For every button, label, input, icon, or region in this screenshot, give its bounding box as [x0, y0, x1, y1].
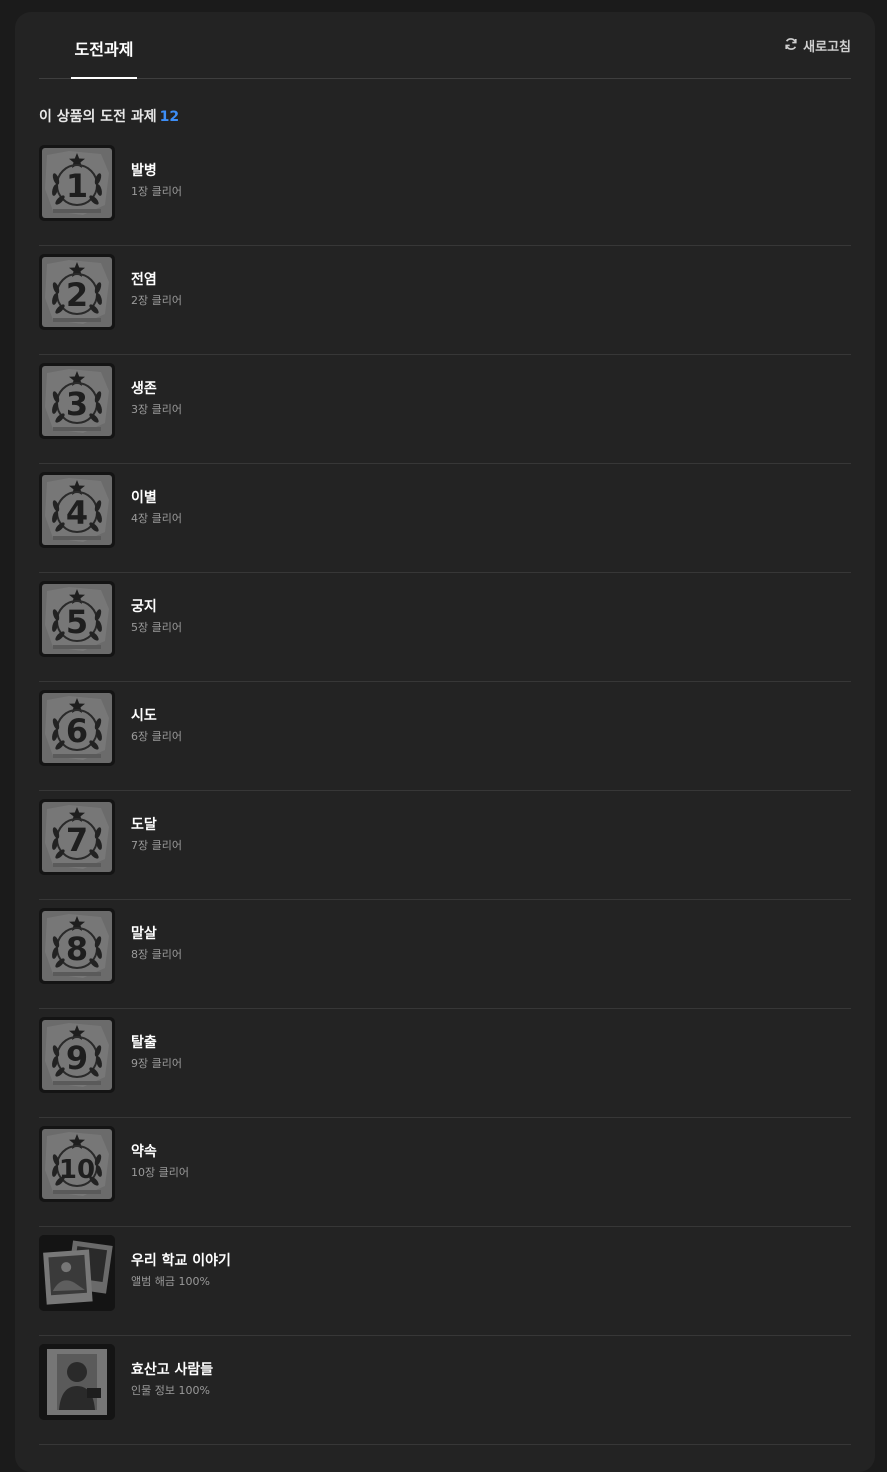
laurel-number-badge-icon: 6 [39, 690, 115, 766]
laurel-number-badge-icon: 3 [39, 363, 115, 439]
tab-label: 도전과제 [74, 40, 134, 59]
achievement-title: 말살 [131, 926, 157, 942]
refresh-label: 새로고침 [803, 40, 851, 55]
achievement-title: 약속 [131, 1144, 157, 1160]
badge-number: 4 [66, 494, 88, 532]
laurel-number-badge-icon: 7 [39, 799, 115, 875]
achievement-condition: 4장 클리어 [131, 512, 182, 525]
achievement-condition: 인물 정보 100% [131, 1384, 210, 1397]
achievement-item: 우리 학교 이야기앨범 해금 100% [39, 1227, 851, 1336]
badge-number: 8 [66, 930, 88, 968]
laurel-number-badge-icon: 5 [39, 581, 115, 657]
badge-number: 7 [66, 821, 88, 859]
achievement-title: 전염 [131, 272, 157, 288]
tab-bar: 도전과제 새로고침 [39, 12, 851, 79]
achievement-title: 시도 [131, 708, 157, 724]
laurel-number-badge-icon: 8 [39, 908, 115, 984]
achievement-item: 10 약속 10장 클리어 [39, 1118, 851, 1227]
character-profile-icon [39, 1344, 115, 1420]
section-title-text: 이 상품의 도전 과제 [39, 109, 157, 125]
badge-number: 9 [66, 1039, 88, 1077]
badge-number: 5 [66, 603, 88, 641]
achievement-item: 5 궁지 5장 클리어 [39, 573, 851, 682]
achievement-item: 효산고 사람들인물 정보 100% [39, 1336, 851, 1445]
achievement-title: 도달 [131, 817, 157, 833]
photo-album-icon [39, 1235, 115, 1311]
achievement-title: 생존 [131, 381, 157, 397]
achievement-condition: 6장 클리어 [131, 730, 182, 743]
badge-number: 3 [66, 385, 88, 423]
achievement-item: 6 시도 6장 클리어 [39, 682, 851, 791]
achievement-condition: 앨범 해금 100% [131, 1275, 210, 1288]
achievement-condition: 1장 클리어 [131, 185, 182, 198]
achievement-title: 궁지 [131, 599, 157, 615]
achievement-condition: 3장 클리어 [131, 403, 182, 416]
achievement-title: 효산고 사람들 [131, 1362, 214, 1378]
refresh-button[interactable]: 새로고침 [784, 36, 851, 55]
badge-number: 1 [66, 167, 88, 205]
refresh-icon [784, 37, 798, 55]
laurel-number-badge-icon: 9 [39, 1017, 115, 1093]
laurel-number-badge-icon: 2 [39, 254, 115, 330]
achievement-title: 우리 학교 이야기 [131, 1253, 231, 1269]
achievement-item: 7 도달 7장 클리어 [39, 791, 851, 900]
badge-number: 6 [66, 712, 88, 750]
badge-number: 10 [59, 1155, 95, 1185]
laurel-number-badge-icon: 10 [39, 1126, 115, 1202]
achievement-item: 4 이별 4장 클리어 [39, 464, 851, 573]
tab-achievements[interactable]: 도전과제 [71, 36, 137, 79]
achievement-title: 탈출 [131, 1035, 157, 1051]
achievement-condition: 8장 클리어 [131, 948, 182, 961]
badge-number: 2 [66, 276, 88, 314]
active-tab-indicator [71, 77, 137, 79]
achievement-item: 3 생존 3장 클리어 [39, 355, 851, 464]
achievement-item: 9 탈출 9장 클리어 [39, 1009, 851, 1118]
section-title: 이 상품의 도전 과제 12 [39, 106, 179, 126]
achievement-list: 1 발병 1장 클리어 2 전염 2장 클리어 3 생존 3장 클리어 4 이별… [39, 137, 851, 1445]
achievement-count: 12 [159, 109, 180, 125]
achievement-condition: 10장 클리어 [131, 1166, 189, 1179]
achievement-item: 1 발병 1장 클리어 [39, 137, 851, 246]
achievement-condition: 2장 클리어 [131, 294, 182, 307]
achievement-condition: 5장 클리어 [131, 621, 182, 634]
achievement-item: 2 전염 2장 클리어 [39, 246, 851, 355]
achievements-panel: 도전과제 새로고침 이 상품의 도전 과제 12 1 발병 1장 클리어 2 전… [15, 12, 875, 1472]
laurel-number-badge-icon: 4 [39, 472, 115, 548]
achievement-title: 이별 [131, 490, 157, 506]
laurel-number-badge-icon: 1 [39, 145, 115, 221]
achievement-condition: 7장 클리어 [131, 839, 182, 852]
achievement-condition: 9장 클리어 [131, 1057, 182, 1070]
achievement-item: 8 말살 8장 클리어 [39, 900, 851, 1009]
achievement-title: 발병 [131, 163, 157, 179]
